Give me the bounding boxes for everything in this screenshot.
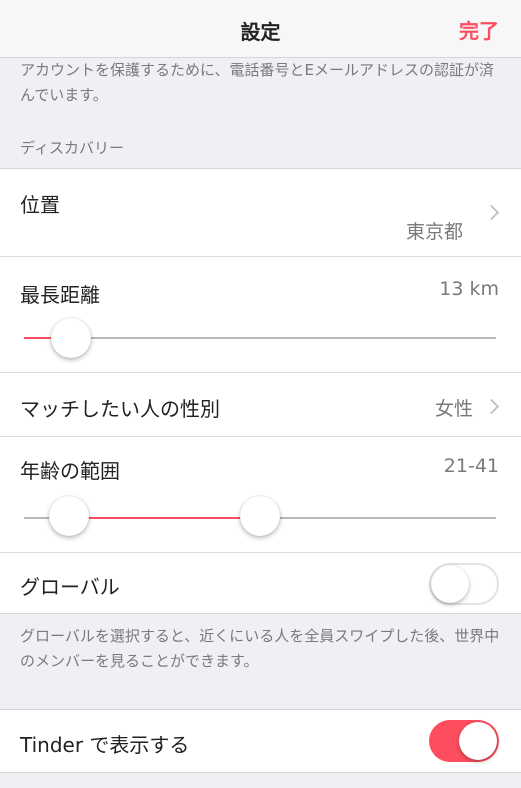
age-range-row: 年齢の範囲 21-41 [0, 437, 521, 553]
page-title: 設定 [240, 20, 281, 44]
show-on-tinder-label: Tinder で表示する [20, 733, 190, 757]
global-row: グローバル [0, 553, 521, 615]
location-row[interactable]: 位置 東京都 [0, 169, 521, 257]
max-distance-slider-track[interactable] [24, 337, 496, 339]
global-description-note: グローバルを選択すると、近くにいる人を全員スワイプした後、世界中のメンバーを見る… [20, 627, 500, 670]
gender-preference-value: 女性 [434, 398, 473, 420]
location-label: 位置 [20, 193, 60, 217]
gender-preference-row[interactable]: マッチしたい人の性別 女性 [0, 373, 521, 437]
show-on-tinder-row: Tinder で表示する [0, 710, 521, 772]
global-toggle[interactable] [429, 563, 499, 605]
global-toggle-knob [431, 565, 469, 603]
age-range-slider-fill [68, 517, 260, 519]
global-label: グローバル [20, 575, 120, 599]
discovery-settings-group: 位置 東京都 最長距離 13 km マッチしたい人の性別 女性 年齢の範囲 21… [0, 168, 521, 614]
show-on-tinder-toggle-knob [459, 722, 497, 760]
visibility-settings-group: Tinder で表示する [0, 709, 521, 773]
max-distance-label: 最長距離 [20, 283, 100, 307]
age-range-max-thumb[interactable] [240, 496, 280, 536]
age-range-label: 年齢の範囲 [20, 459, 120, 483]
max-distance-value: 13 km [439, 278, 499, 300]
chevron-right-icon [483, 204, 500, 221]
navigation-bar: 設定 完了 [0, 0, 521, 58]
account-verification-note: アカウントを保護するために、電話番号とEメールアドレスの認証が済んでいます。 [20, 61, 495, 104]
age-range-min-thumb[interactable] [48, 496, 89, 536]
age-range-value: 21-41 [443, 455, 499, 477]
max-distance-slider-thumb[interactable] [51, 318, 92, 358]
show-on-tinder-toggle[interactable] [429, 720, 499, 762]
location-value: 東京都 [405, 221, 463, 243]
max-distance-row: 最長距離 13 km [0, 257, 521, 373]
done-button[interactable]: 完了 [459, 15, 499, 44]
chevron-right-icon [483, 398, 500, 415]
discovery-section-header: ディスカバリー [20, 139, 124, 157]
gender-preference-label: マッチしたい人の性別 [20, 397, 220, 421]
